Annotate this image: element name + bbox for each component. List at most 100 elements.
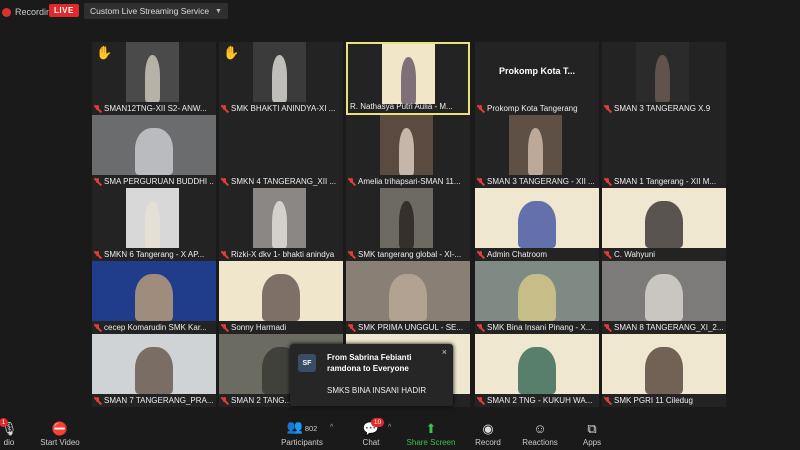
participant-name-text: SMAN 2 TNG - KUKUH WA... <box>487 396 593 405</box>
participant-name-text: R. Nathasya Putri Aulia - M... <box>350 102 453 111</box>
participant-name: SMKN 6 Tangerang - X AP... <box>94 250 214 259</box>
live-badge[interactable]: LIVE <box>49 4 79 17</box>
apps-icon: ⧉ <box>587 421 597 436</box>
participant-figure <box>262 274 300 321</box>
participant-name: SMAN12TNG-XII S2- ANW... <box>94 104 214 113</box>
participant-name-text: SMKN 4 TANGERANG_XII ... <box>231 177 337 186</box>
record-button[interactable]: ◉ Record <box>474 414 502 450</box>
participant-video <box>475 188 599 248</box>
participant-tile[interactable]: Prokomp Kota T... Prokomp Kota Tangerang <box>475 42 599 115</box>
participant-figure <box>271 201 288 248</box>
participant-video <box>602 188 726 248</box>
participant-figure <box>527 128 544 175</box>
participant-name: Sonny Harmadi <box>221 323 341 332</box>
participant-tile[interactable]: ✋ SMAN12TNG-XII S2- ANW... <box>92 42 216 115</box>
close-icon[interactable]: × <box>442 347 447 357</box>
participant-name: SMKN 4 TANGERANG_XII ... <box>221 177 341 186</box>
mic-muted-icon <box>604 323 611 332</box>
share-screen-button[interactable]: ⬆ Share Screen <box>406 414 456 450</box>
participant-name-text: Admin Chatroom <box>487 250 548 259</box>
mic-muted-icon <box>94 250 101 259</box>
participant-name-text: SMAN 3 TANGERANG X.9 <box>614 104 711 113</box>
participant-name-text: Amelia trihapsari-SMAN 11... <box>358 177 461 186</box>
participant-figure <box>518 347 556 394</box>
participant-name-text: Prokomp Kota Tangerang <box>487 104 578 113</box>
participant-tile[interactable]: C. Wahyuni <box>602 188 726 261</box>
audio-button[interactable]: 🎙 1 dio <box>0 414 18 450</box>
video-off-icon: ⛔ <box>51 421 69 436</box>
chat-notification-popup[interactable]: SF From Sabrina Febianti ramdona to Ever… <box>290 344 453 406</box>
chevron-up-icon[interactable]: ^ <box>388 424 391 431</box>
participant-figure <box>398 128 415 175</box>
participant-name-text: SMK Bina Insani Pinang - X... <box>487 323 593 332</box>
participant-tile[interactable]: cecep Komarudin SMK Kar... <box>92 261 216 334</box>
participant-name-text: SMAN 7 TANGERANG_PRA... <box>104 396 214 405</box>
participant-tile[interactable]: R. Nathasya Putri Aulia - M... <box>346 42 470 115</box>
mic-muted-icon <box>94 323 101 332</box>
participant-tile[interactable]: SMA PERGURUAN BUDDHI ... <box>92 115 216 188</box>
streaming-service-dropdown[interactable]: Custom Live Streaming Service ▼ <box>84 3 228 19</box>
participant-tile[interactable]: SMAN 2 TNG - KUKUH WA... <box>475 334 599 407</box>
record-dot-icon <box>2 7 11 17</box>
participant-tile[interactable]: SMAN 8 TANGERANG_XI_2... <box>602 261 726 334</box>
start-video-button[interactable]: ⛔ Start Video <box>36 414 84 450</box>
participant-name: SMK PRIMA UNGGUL - SE... <box>348 323 468 332</box>
participant-name-text: Rizki-X dkv 1- bhakti anindya <box>231 250 335 259</box>
participant-tile[interactable]: SMAN 3 TANGERANG - XII ... <box>475 115 599 188</box>
participant-tile[interactable]: SMK PRIMA UNGGUL - SE... <box>346 261 470 334</box>
participant-figure <box>518 201 556 248</box>
participant-tile[interactable]: SMK tangerang global - XI-... <box>346 188 470 261</box>
participant-tile[interactable]: Admin Chatroom <box>475 188 599 261</box>
participant-name: Prokomp Kota Tangerang <box>477 104 597 113</box>
raised-hand-icon: ✋ <box>96 45 113 60</box>
raised-hand-icon: ✋ <box>223 45 240 60</box>
participant-name: SMA PERGURUAN BUDDHI ... <box>94 177 214 186</box>
mic-muted-icon <box>604 104 611 113</box>
participant-tile[interactable]: SMKN 4 TANGERANG_XII ... <box>219 115 343 188</box>
participant-name-text: C. Wahyuni <box>614 250 656 259</box>
participant-figure <box>389 274 427 321</box>
share-screen-icon: ⬆ <box>425 421 437 436</box>
participant-figure <box>271 55 288 102</box>
participant-tile[interactable]: ✋ SMK BHAKTI ANINDYA-XI ... <box>219 42 343 115</box>
participant-name: SMAN 3 TANGERANG X.9 <box>604 104 724 113</box>
participant-video <box>253 42 306 102</box>
participant-figure <box>645 347 683 394</box>
participant-video <box>380 115 433 175</box>
participant-figure <box>518 274 556 321</box>
participant-tile[interactable]: SMAN 1 Tangerang - XII M... <box>602 115 726 188</box>
participant-video <box>253 115 306 175</box>
participant-video <box>346 261 470 321</box>
mic-muted-icon <box>477 250 484 259</box>
participant-video <box>126 42 179 102</box>
participants-label: Participants <box>281 438 323 447</box>
apps-button[interactable]: ⧉ Apps <box>580 414 604 450</box>
participants-button[interactable]: 👥 802 Participants <box>276 414 328 450</box>
start-video-label: Start Video <box>40 438 80 447</box>
recording-indicator[interactable]: Recording <box>0 4 56 20</box>
participant-tile[interactable]: Amelia trihapsari-SMAN 11... <box>346 115 470 188</box>
participant-name: SMK BHAKTI ANINDYA-XI ... <box>221 104 341 113</box>
participant-video <box>636 115 689 175</box>
participant-tile[interactable]: SMAN 7 TANGERANG_PRA... <box>92 334 216 407</box>
participant-tile[interactable]: Rizki-X dkv 1- bhakti anindya <box>219 188 343 261</box>
participant-name: SMAN 1 Tangerang - XII M... <box>604 177 724 186</box>
participant-tile[interactable]: SMK Bina Insani Pinang - X... <box>475 261 599 334</box>
participant-figure <box>654 128 671 175</box>
audio-label: dio <box>3 438 15 447</box>
participant-name-text: SMAN 1 Tangerang - XII M... <box>614 177 717 186</box>
participant-tile[interactable]: Sonny Harmadi <box>219 261 343 334</box>
participant-figure <box>654 55 671 102</box>
chevron-up-icon[interactable]: ^ <box>330 424 333 431</box>
participant-tile[interactable]: SMAN 3 TANGERANG X.9 <box>602 42 726 115</box>
participant-tile[interactable]: SMK PGRI 11 Ciledug <box>602 334 726 407</box>
mic-muted-icon <box>348 323 355 332</box>
participant-display-name: Prokomp Kota T... <box>498 66 575 76</box>
participant-figure <box>144 55 161 102</box>
participant-tile[interactable]: SMKN 6 Tangerang - X AP... <box>92 188 216 261</box>
reactions-button[interactable]: ☺ Reactions <box>522 414 558 450</box>
participant-name-text: SMKN 6 Tangerang - X AP... <box>104 250 205 259</box>
participant-video <box>602 334 726 394</box>
chat-button[interactable]: 💬 10 Chat <box>358 414 385 450</box>
participants-icon: 👥 802 <box>286 419 318 434</box>
